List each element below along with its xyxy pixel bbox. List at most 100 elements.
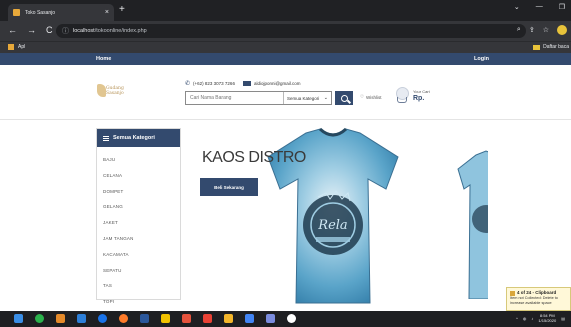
cart-icon[interactable]: [393, 87, 411, 105]
powerpoint-icon[interactable]: [182, 314, 191, 323]
category-list: BAJU CELANA DOMPET GELANG JAKET JAM TANG…: [97, 147, 180, 310]
category-item-gelang[interactable]: GELANG: [103, 199, 180, 215]
clipboard-toast[interactable]: 4 of 24 - Clipboard Item not Collected: …: [506, 287, 571, 311]
address-url: localhost/tokoonline/index.php: [73, 28, 147, 34]
address-host: localhost: [73, 28, 95, 34]
site-header: Gudang Sasanjo ✆ (+62) 823 3073 7266 ald…: [0, 65, 571, 120]
search-button[interactable]: [335, 91, 353, 105]
phone-number: (+62) 823 3073 7266: [193, 81, 235, 86]
hero-title: KAOS DISTRO: [202, 149, 306, 166]
tab-search-icon[interactable]: ⌄: [514, 3, 520, 11]
category-select-value: Semua Kategori: [287, 95, 320, 101]
reload-button[interactable]: C: [46, 25, 53, 36]
reading-list-icon: [533, 44, 541, 50]
phone-icon: ✆: [185, 81, 191, 87]
file-explorer-icon[interactable]: [224, 314, 233, 323]
tab-favicon-icon: [13, 9, 20, 16]
hero-slider: Rela KAOS DISTRO Beli Sekarang: [188, 124, 488, 304]
maximize-button[interactable]: ❐: [559, 3, 565, 11]
category-item-kacamata[interactable]: KACAMATA: [103, 247, 180, 263]
category-select[interactable]: Semua Kategori ⌄: [283, 92, 331, 104]
word-icon[interactable]: [140, 314, 149, 323]
mail-icon: [242, 81, 251, 86]
category-item-jaket[interactable]: JAKET: [103, 215, 180, 231]
start-windows-icon[interactable]: [14, 314, 23, 323]
heart-icon: ♡: [360, 94, 365, 99]
category-item-topi[interactable]: TOPI: [103, 294, 180, 310]
tab-close-icon[interactable]: ×: [105, 9, 109, 16]
category-header: Semua Kategori: [97, 129, 180, 147]
chevron-down-icon: ⌄: [323, 95, 328, 101]
category-item-jam-tangan[interactable]: JAM TANGAN: [103, 231, 180, 247]
address-bar[interactable]: ⓘ localhost/tokoonline/index.php: [56, 24, 526, 38]
logo-mark-icon: [97, 84, 106, 97]
chrome-icon[interactable]: [98, 314, 107, 323]
search-form: Semua Kategori ⌄: [185, 91, 332, 105]
email-address: aldiojponni@gmail.com: [253, 81, 301, 86]
edge-icon[interactable]: [77, 314, 86, 323]
category-sidebar: Semua Kategori BAJU CELANA DOMPET GELANG…: [96, 128, 181, 304]
firefox-icon[interactable]: [119, 314, 128, 323]
bookmark-apps[interactable]: Apl: [8, 44, 25, 50]
cart-summary[interactable]: Your Cart Rp.: [413, 89, 430, 103]
clock-date: 1/15/2020: [538, 318, 557, 323]
site-info-icon[interactable]: ⓘ: [62, 26, 69, 36]
bookmark-reading-list[interactable]: Daftar baca: [533, 44, 569, 50]
profile-avatar[interactable]: [557, 25, 567, 35]
nav-home-link[interactable]: Home: [96, 56, 111, 62]
clipboard-icon: [510, 290, 515, 296]
window-controls: ⌄ — ❐: [514, 3, 565, 11]
contact-info: ✆ (+62) 823 3073 7266 aldiojponni@gmail.…: [185, 80, 301, 87]
app-icon[interactable]: [56, 314, 65, 323]
browser-toolbar: ← → C ⓘ localhost/tokoonline/index.php ⌕…: [0, 21, 571, 41]
sticky-notes-icon[interactable]: [161, 314, 170, 323]
photos-icon[interactable]: [203, 314, 212, 323]
tray-chevron-icon[interactable]: ^: [516, 316, 518, 321]
system-tray: ^ ◍ ♪ 8:54 PM 1/15/2020 ▤: [516, 313, 565, 323]
whatsapp-icon[interactable]: [35, 314, 44, 323]
tab-title: Toko Sasanjo: [25, 9, 56, 16]
category-item-tas[interactable]: TAS: [103, 278, 180, 294]
discord-icon[interactable]: [266, 314, 275, 323]
minimize-button[interactable]: —: [536, 3, 543, 11]
wishlist-link[interactable]: ♡ Wishlist: [360, 94, 382, 100]
network-icon[interactable]: ◍: [523, 316, 527, 321]
mail-app-icon[interactable]: [245, 314, 254, 323]
toolbar-right: ⌕ ⇪ ☆: [517, 25, 567, 35]
category-item-sepatu[interactable]: SEPATU: [103, 263, 180, 279]
category-item-dompet[interactable]: DOMPET: [103, 184, 180, 200]
category-title: Semua Kategori: [113, 135, 155, 141]
reading-list-label: Daftar baca: [543, 44, 569, 50]
logo-text: Gudang Sasanjo: [106, 86, 124, 96]
volume-icon[interactable]: ♪: [531, 316, 533, 321]
nav-login-link[interactable]: Login: [474, 56, 489, 62]
new-tab-button[interactable]: +: [119, 5, 125, 15]
back-button[interactable]: ←: [8, 25, 17, 36]
site-logo[interactable]: Gudang Sasanjo: [97, 82, 131, 99]
tshirt-image-next: [457, 150, 488, 299]
bookmark-apps-label: Apl: [18, 44, 26, 50]
buy-now-button[interactable]: Beli Sekarang: [200, 178, 258, 196]
search-input[interactable]: [186, 92, 283, 104]
bookmarks-bar: Apl Daftar baca: [0, 41, 571, 53]
category-item-baju[interactable]: BAJU: [103, 152, 180, 168]
browser-tabbar: Toko Sasanjo × + ⌄ — ❐: [0, 0, 571, 21]
windows-taskbar: ^ ◍ ♪ 8:54 PM 1/15/2020 ▤: [0, 311, 571, 327]
taskbar-clock[interactable]: 8:54 PM 1/15/2020: [538, 313, 556, 323]
menu-icon: [103, 135, 109, 141]
taskbar-apps: [14, 314, 296, 323]
tray-app-icon[interactable]: [287, 314, 296, 323]
zoom-icon[interactable]: ⌕: [517, 26, 521, 34]
wishlist-label: Wishlist: [366, 94, 382, 100]
cart-amount: Rp.: [413, 95, 425, 102]
apps-grid-icon: [8, 44, 14, 50]
browser-tab[interactable]: Toko Sasanjo ×: [8, 4, 114, 21]
forward-button[interactable]: →: [27, 25, 36, 36]
notification-icon[interactable]: ▤: [561, 316, 565, 321]
category-item-celana[interactable]: CELANA: [103, 168, 180, 184]
toast-body: Item not Collected: Delete to increase a…: [510, 296, 558, 305]
address-path: /tokoonline/index.php: [94, 28, 147, 34]
nav-buttons: ← → C: [8, 25, 53, 36]
share-icon[interactable]: ⇪: [529, 26, 535, 34]
bookmark-star-icon[interactable]: ☆: [543, 26, 549, 34]
